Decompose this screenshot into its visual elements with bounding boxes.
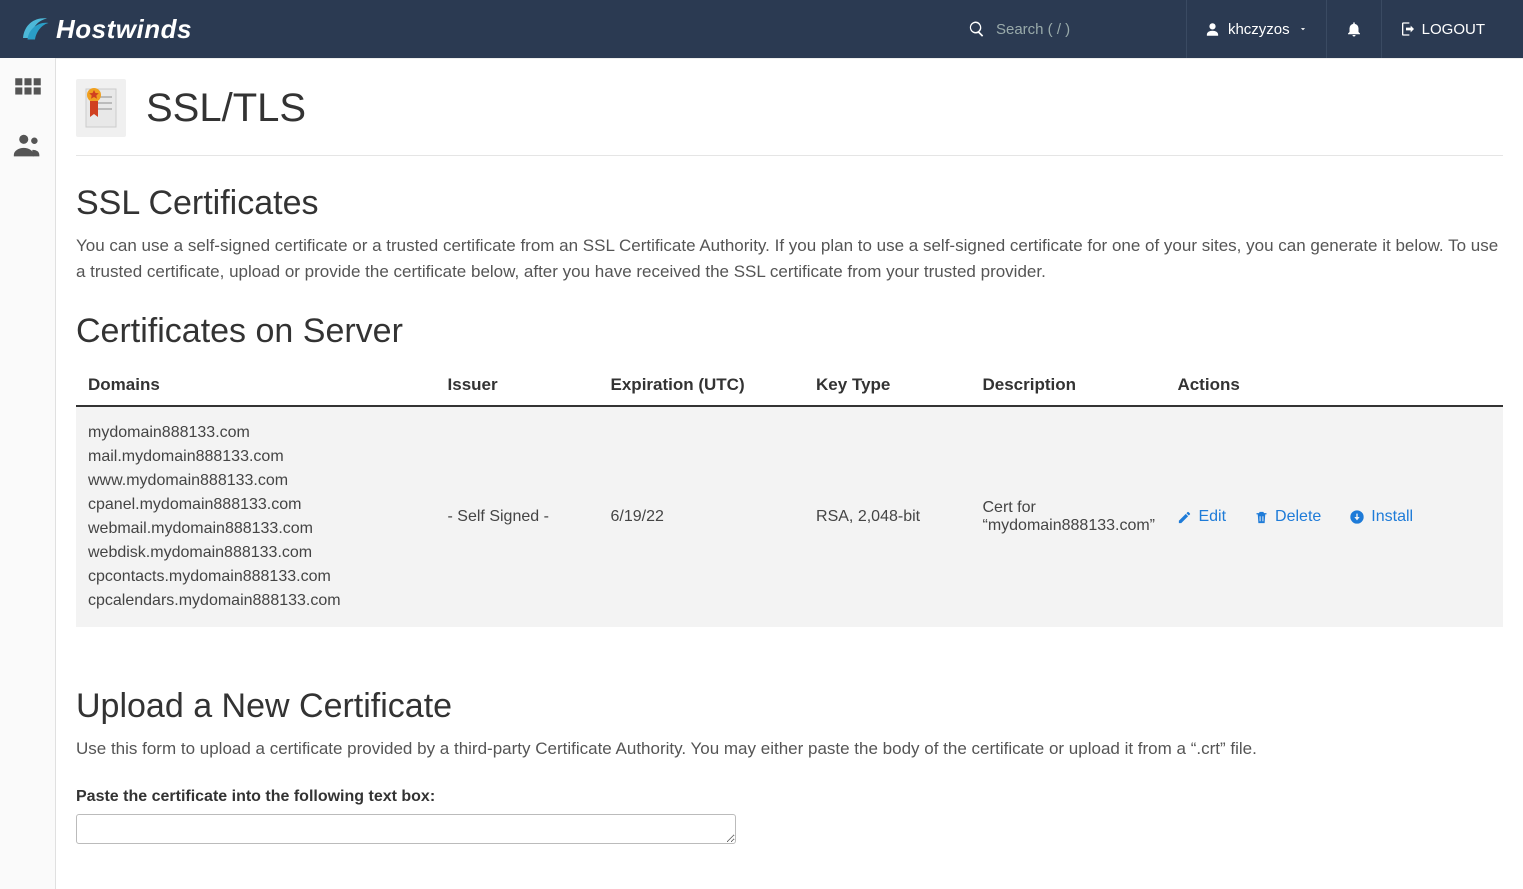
table-row: mydomain888133.com mail.mydomain888133.c… [76, 406, 1503, 627]
trash-icon [1254, 510, 1269, 525]
users-button[interactable] [11, 128, 45, 162]
logout-icon [1400, 21, 1416, 37]
cert-keytype-cell: RSA, 2,048-bit [804, 406, 970, 627]
certificate-paste-textarea[interactable] [76, 814, 736, 844]
install-label: Install [1371, 508, 1413, 526]
page-title: SSL/TLS [146, 86, 306, 131]
main-content: SSL/TLS SSL Certificates You can use a s… [56, 58, 1523, 889]
domain-item: cpanel.mydomain888133.com [88, 493, 424, 517]
bell-icon [1345, 20, 1363, 38]
logout-label: LOGOUT [1422, 21, 1485, 38]
install-button[interactable]: Install [1349, 508, 1413, 526]
col-description: Description [970, 365, 1165, 406]
domain-item: cpcontacts.mydomain888133.com [88, 565, 424, 589]
cert-description-cell: Cert for “mydomain888133.com” [970, 406, 1165, 627]
domain-item: mydomain888133.com [88, 421, 424, 445]
col-keytype: Key Type [804, 365, 970, 406]
ssl-certificates-description: You can use a self-signed certificate or… [76, 233, 1503, 284]
pencil-icon [1177, 510, 1192, 525]
download-circle-icon [1349, 509, 1365, 525]
search-input[interactable] [996, 21, 1156, 38]
delete-label: Delete [1275, 508, 1321, 526]
cert-domains-cell: mydomain888133.com mail.mydomain888133.c… [88, 421, 424, 613]
sidebar [0, 58, 56, 889]
search-wrap [968, 20, 1156, 38]
search-icon[interactable] [968, 20, 986, 38]
col-expiration: Expiration (UTC) [599, 365, 805, 406]
edit-button[interactable]: Edit [1177, 508, 1226, 526]
upload-description: Use this form to upload a certificate pr… [76, 736, 1503, 762]
domain-item: mail.mydomain888133.com [88, 445, 424, 469]
grid-icon [11, 74, 45, 108]
notifications-button[interactable] [1326, 0, 1381, 58]
col-actions: Actions [1165, 365, 1503, 406]
page-header: SSL/TLS [76, 71, 1503, 156]
ssl-certificates-heading: SSL Certificates [76, 184, 1503, 223]
user-icon [1205, 22, 1220, 37]
upload-heading: Upload a New Certificate [76, 687, 1503, 726]
topbar: Hostwinds khczyzos LOGOUT [0, 0, 1523, 58]
brand-name: Hostwinds [56, 14, 192, 45]
cert-actions-cell: Edit Delete Install [1177, 508, 1491, 526]
username-label: khczyzos [1228, 21, 1290, 38]
domain-item: cpcalendars.mydomain888133.com [88, 589, 424, 613]
domain-item: www.mydomain888133.com [88, 469, 424, 493]
delete-button[interactable]: Delete [1254, 508, 1321, 526]
cert-issuer-cell: - Self Signed - [436, 406, 599, 627]
col-domains: Domains [76, 365, 436, 406]
edit-label: Edit [1198, 508, 1226, 526]
certificates-table: Domains Issuer Expiration (UTC) Key Type… [76, 365, 1503, 627]
brand-swoosh-icon [20, 12, 50, 46]
col-issuer: Issuer [436, 365, 599, 406]
domain-item: webmail.mydomain888133.com [88, 517, 424, 541]
apps-grid-button[interactable] [11, 74, 45, 108]
ssl-page-icon [76, 79, 126, 137]
users-icon [11, 126, 45, 164]
user-menu[interactable]: khczyzos [1186, 0, 1326, 58]
cert-expiration-cell: 6/19/22 [599, 406, 805, 627]
certificates-on-server-heading: Certificates on Server [76, 312, 1503, 351]
domain-item: webdisk.mydomain888133.com [88, 541, 424, 565]
paste-label: Paste the certificate into the following… [76, 788, 1503, 806]
caret-down-icon [1298, 24, 1308, 34]
logout-button[interactable]: LOGOUT [1381, 0, 1503, 58]
brand-logo[interactable]: Hostwinds [20, 12, 192, 46]
